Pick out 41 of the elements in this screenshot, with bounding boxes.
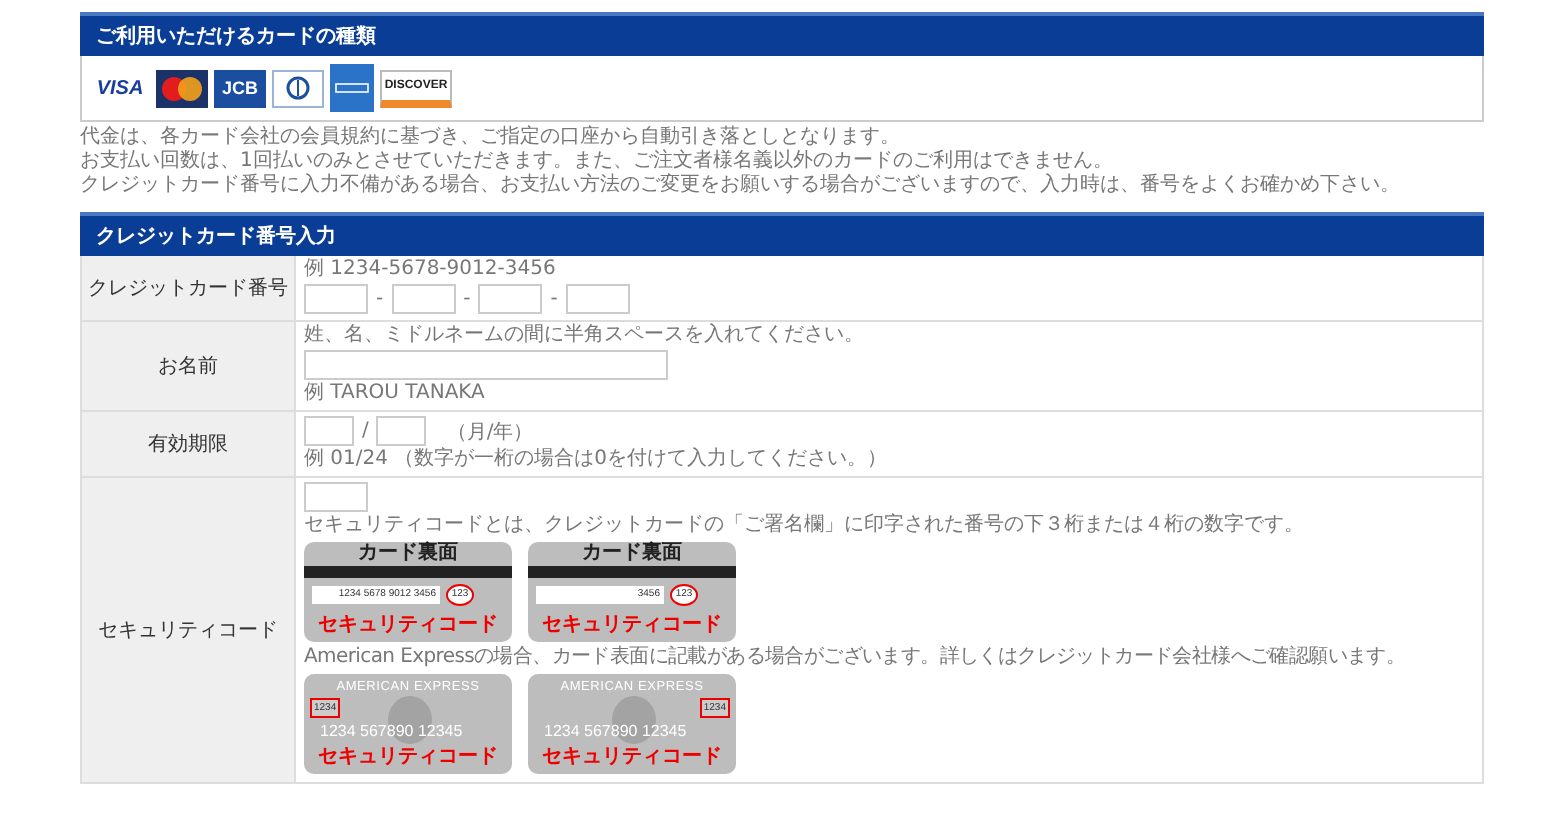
input-field[interactable]: [391, 284, 456, 314]
input-field[interactable]: [565, 284, 630, 314]
example-text: 例 TAROU TANAKA: [304, 382, 487, 406]
diners-logo: [272, 69, 324, 107]
card-title: カード裏面: [580, 542, 684, 566]
example-text: 例 01/24 （数字が一桁の場合は0を付けて入力してください。）: [304, 448, 890, 472]
card-number: 1234 567890 12345: [544, 722, 687, 740]
separator-text: -: [463, 288, 471, 310]
section-header: クレジットカード番号入力: [80, 212, 1484, 256]
security-code-label: セキュリティコード: [318, 614, 498, 636]
input-field[interactable]: [376, 416, 427, 446]
input-field[interactable]: [304, 416, 354, 446]
jcb-logo: JCB: [214, 69, 266, 107]
description-text: セキュリティコードとは、クレジットカードの「ご署名欄」に印字された番号の下３桁または４桁の数字です。: [304, 514, 1306, 538]
notice-text: お支払い回数は、1回払いのみとさせていただきます。また、ご注文者様名義以外のカードのご利用はできません。: [80, 150, 1115, 173]
mastercard-logo: [156, 69, 208, 107]
section-header: ご利用いただけるカードの種類: [80, 12, 1484, 56]
card-number: 1234 567890 12345: [320, 722, 463, 740]
field-label: セキュリティコード: [98, 618, 278, 644]
security-code-label: セキュリティコード: [318, 746, 498, 768]
separator-text: -: [376, 288, 384, 310]
separator-text: -: [550, 288, 558, 310]
input-field[interactable]: [304, 284, 368, 314]
card-title: カード裏面: [356, 542, 460, 566]
notice-text: 代金は、各カード会社の会員規約に基づき、ご指定の口座から自動引き落としとなります。: [80, 126, 902, 149]
field-label: 有効期限: [148, 431, 228, 458]
field-label: お名前: [158, 354, 218, 380]
notice-text: クレジットカード番号に入力不備がある場合、お支払い方法のご変更をお願いする場合がございますので、入力時は、番号をよくお確かめ下さい。: [80, 174, 1402, 198]
security-code-label: セキュリティコード: [542, 614, 722, 636]
unit-text: （月/年）: [446, 419, 534, 445]
example-text: 例 1234-5678-9012-3456: [304, 258, 558, 282]
input-field[interactable]: [304, 350, 668, 380]
separator-text: /: [362, 420, 369, 442]
amex-logo: [330, 64, 374, 112]
security-code-label: セキュリティコード: [542, 746, 722, 768]
visa-logo: VISA: [94, 75, 146, 103]
input-field[interactable]: [304, 482, 368, 512]
field-label: クレジットカード番号: [88, 275, 288, 302]
input-field[interactable]: [478, 284, 543, 314]
description-text: American Expressの場合、カード表面に記載がある場合がございます。詳しくはクレジットカード会社様へご確認願います。: [304, 646, 1408, 670]
hint-text: 姓、名、ミドルネームの間に半角スペースを入れてください。: [304, 324, 866, 348]
